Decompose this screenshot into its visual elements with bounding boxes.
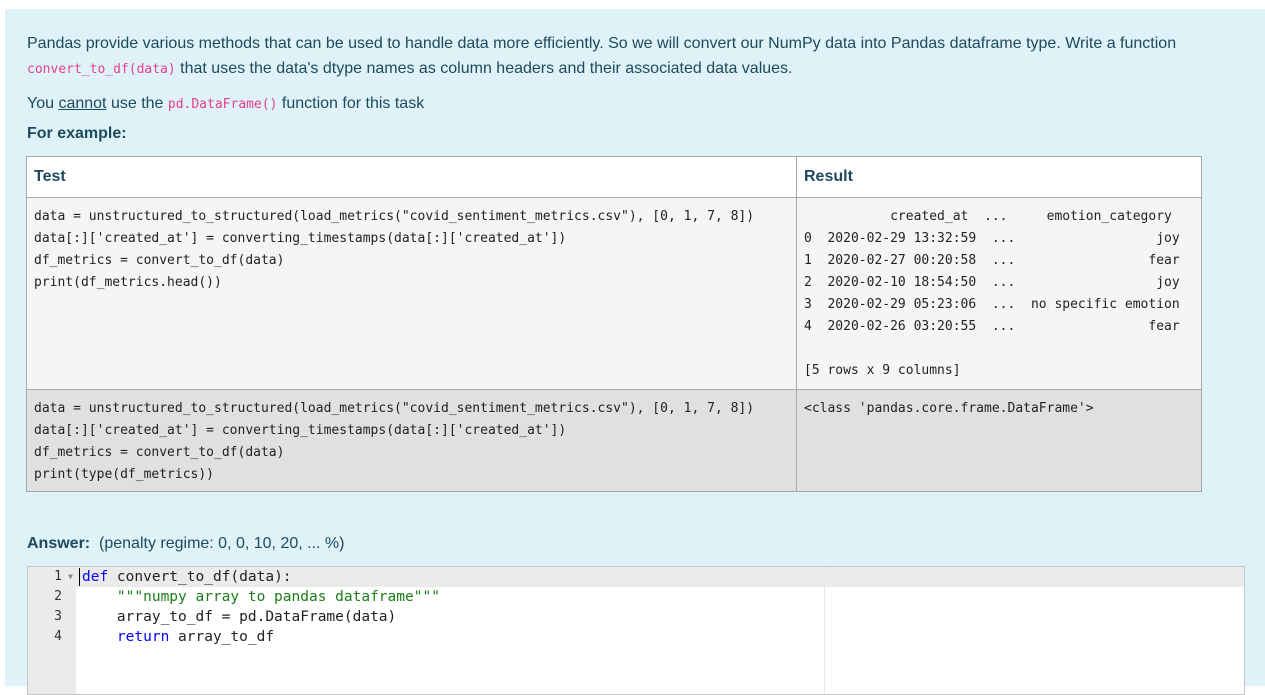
test-cell: data = unstructured_to_structured(load_m… [26,389,797,492]
code-line-4: array_to_df [169,629,275,645]
table-header-row: Test Result [26,156,1202,198]
example-heading: For example: [27,125,127,142]
code-line-2-docstring: """numpy array to pandas dataframe""" [82,589,440,605]
examples-table: Test Result data = unstructured_to_struc… [26,156,1202,492]
test-cell: data = unstructured_to_structured(load_m… [26,197,797,390]
dataframe-code: pd.DataFrame() [167,97,278,112]
restriction-part: You [27,95,59,112]
intro-text: Pandas provide various methods that can … [27,35,1177,52]
answer-label-line: Answer: (penalty regime: 0, 0, 10, 20, .… [27,535,344,553]
result-output: created_at ... emotion_category 0 2020-0… [804,209,1180,378]
test-column-header: Test [26,156,797,198]
text-cursor [79,568,80,586]
fold-arrow-icon[interactable]: ▼ [68,567,73,587]
line-number: 1 ▼ [28,567,76,587]
restriction-part: function for this task [277,95,425,112]
line-number: 3 [54,609,62,624]
restriction-text: You cannot use the pd.DataFrame() functi… [27,91,424,117]
code-line-1: convert_to_df(data): [108,569,292,585]
line-number: 2 [54,589,62,604]
line-number-gutter: 1 ▼ 2 3 4 [28,567,76,694]
restriction-part: use the [106,95,168,112]
code-line-3: array_to_df = pd.DataFrame(data) [82,609,397,625]
keyword-return: return [116,629,170,645]
question-panel: Pandas provide various methods that can … [5,9,1265,695]
answer-label: Answer: [27,535,91,552]
test-code: data = unstructured_to_structured(load_m… [34,209,755,290]
table-row: data = unstructured_to_structured(load_m… [26,389,1202,492]
code-editor[interactable]: 1 ▼ 2 3 4 def convert_to_df(data): """num… [27,566,1245,695]
question-text: Pandas provide various methods that can … [27,31,1207,82]
cannot-underlined: cannot [58,95,107,112]
test-code: data = unstructured_to_structured(load_m… [34,401,755,482]
line-number: 4 [54,629,62,644]
keyword-def: def [82,569,109,585]
result-column-header: Result [796,156,1202,198]
result-cell: <class 'pandas.core.frame.DataFrame'> [796,389,1202,492]
print-margin [824,567,825,694]
penalty-regime: (penalty regime: 0, 0, 10, 20, ... %) [99,535,345,552]
function-name-code: convert_to_df(data) [27,62,176,77]
result-cell: created_at ... emotion_category 0 2020-0… [796,197,1202,390]
result-output: <class 'pandas.core.frame.DataFrame'> [804,401,1094,416]
code-text-area[interactable]: def convert_to_df(data): """numpy array … [82,567,440,647]
table-row: data = unstructured_to_structured(load_m… [26,197,1202,390]
intro-text-cont: that uses the data's dtype names as colu… [175,60,793,77]
